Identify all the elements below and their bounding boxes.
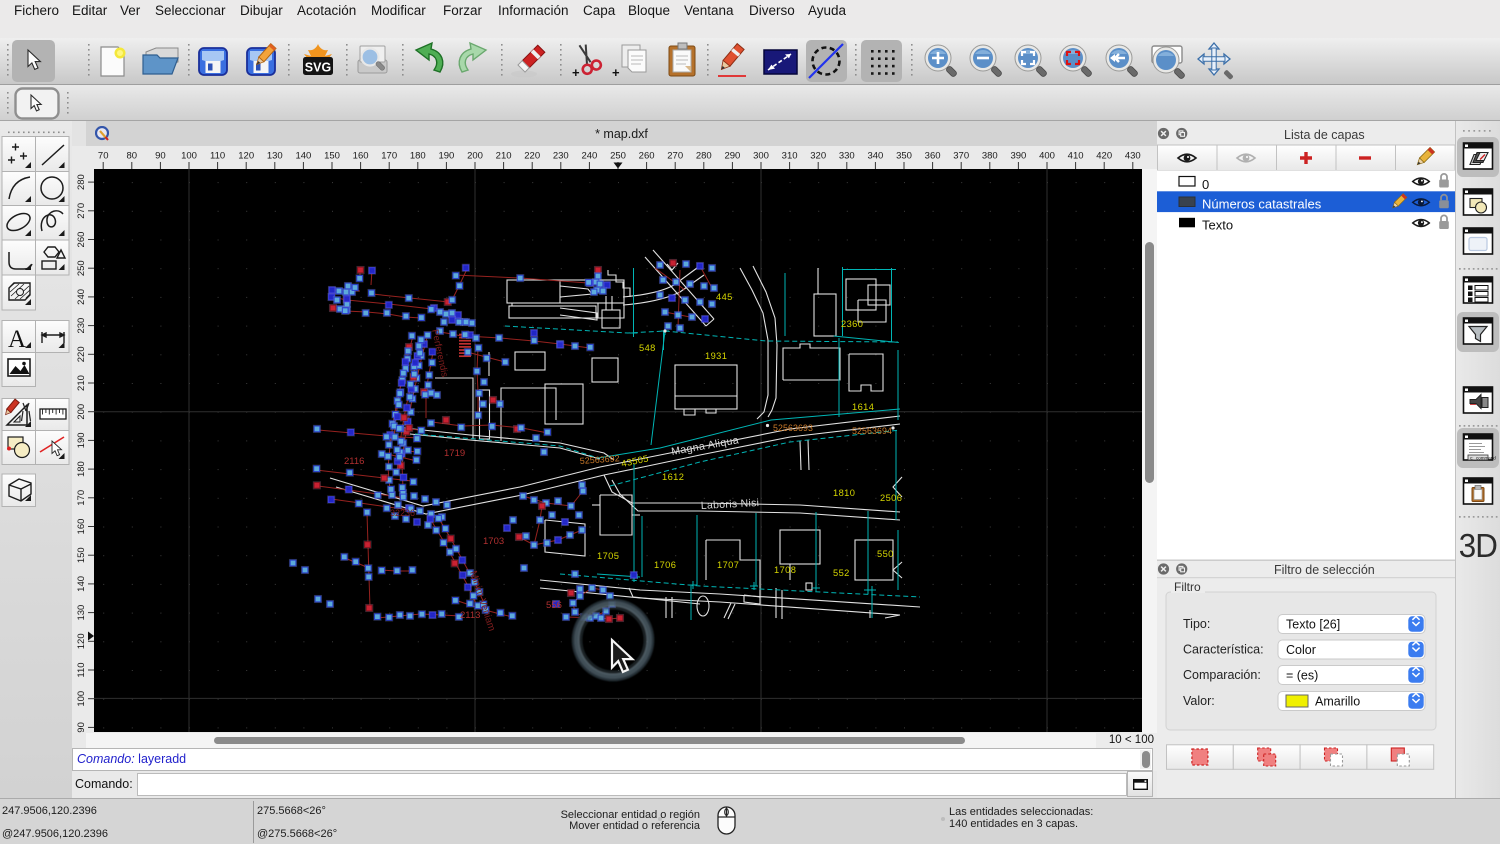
svg-text:370: 370 <box>953 151 969 162</box>
svg-text:130: 130 <box>76 605 87 621</box>
svg-text:360: 360 <box>925 151 941 162</box>
svg-text:445: 445 <box>716 292 733 302</box>
svg-text:120: 120 <box>238 151 254 162</box>
svg-text:240: 240 <box>76 289 87 305</box>
svg-text:0: 0 <box>1202 177 1209 192</box>
svg-text:170: 170 <box>381 151 397 162</box>
svg-text:210: 210 <box>76 375 87 391</box>
svg-text:1707: 1707 <box>717 560 739 570</box>
svg-text:Amarillo: Amarillo <box>1315 694 1360 708</box>
svg-text:Valor:: Valor: <box>1183 694 1215 708</box>
svg-text:130: 130 <box>267 151 283 162</box>
svg-text:190: 190 <box>76 432 87 448</box>
svg-text:220: 220 <box>524 151 540 162</box>
svg-text:1703: 1703 <box>483 536 504 547</box>
svg-text:+: + <box>612 65 620 80</box>
svg-text:100: 100 <box>181 151 197 162</box>
svg-text:90: 90 <box>155 151 166 162</box>
svg-text:190: 190 <box>438 151 454 162</box>
svg-text:230: 230 <box>76 318 87 334</box>
svg-text:410: 410 <box>1068 151 1084 162</box>
svg-text:A: A <box>8 326 26 353</box>
svg-text:140: 140 <box>76 576 87 592</box>
svg-text:290: 290 <box>724 151 740 162</box>
svg-text:Filtro: Filtro <box>1174 580 1201 594</box>
svg-text:280: 280 <box>76 174 87 190</box>
svg-text:240: 240 <box>581 151 597 162</box>
svg-text:210: 210 <box>496 151 512 162</box>
svg-text:2116: 2116 <box>344 456 364 467</box>
svg-text:32236: 32236 <box>390 508 415 518</box>
svg-text:552: 552 <box>833 568 850 578</box>
svg-text:1708: 1708 <box>774 565 796 575</box>
svg-text:1719: 1719 <box>444 448 465 459</box>
svg-text:110: 110 <box>210 151 225 162</box>
svg-text:c:_command: c:_command <box>1470 455 1496 460</box>
svg-text:1931: 1931 <box>705 351 727 361</box>
svg-text:160: 160 <box>353 151 369 162</box>
svg-text:280: 280 <box>696 151 712 162</box>
svg-text:150: 150 <box>324 151 340 162</box>
svg-text:550: 550 <box>877 549 894 559</box>
svg-text:548: 548 <box>639 343 656 353</box>
svg-text:Filtro de selección: Filtro de selección <box>1274 563 1375 577</box>
svg-text:1614: 1614 <box>852 402 874 412</box>
svg-text:1810: 1810 <box>833 488 855 498</box>
svg-text:320: 320 <box>810 151 826 162</box>
svg-text:SVG: SVG <box>305 61 331 75</box>
svg-text:Característica:: Característica: <box>1183 643 1264 657</box>
svg-text:250: 250 <box>76 260 87 276</box>
svg-text:Texto [26]: Texto [26] <box>1286 617 1340 631</box>
svg-text:200: 200 <box>76 404 87 420</box>
svg-text:250: 250 <box>610 151 626 162</box>
svg-text:180: 180 <box>76 461 87 477</box>
svg-text:110: 110 <box>76 662 87 677</box>
svg-text:390: 390 <box>1010 151 1026 162</box>
svg-text:150: 150 <box>76 547 87 563</box>
svg-text:52563694: 52563694 <box>852 426 892 436</box>
svg-text:Comparación:: Comparación: <box>1183 668 1261 682</box>
svg-text:330: 330 <box>839 151 855 162</box>
svg-text:400: 400 <box>1039 151 1055 162</box>
svg-text:2360: 2360 <box>841 319 863 329</box>
svg-text:310: 310 <box>782 151 798 162</box>
svg-text:Lista de capas: Lista de capas <box>1284 128 1365 142</box>
svg-text:350: 350 <box>896 151 912 162</box>
svg-text:220: 220 <box>76 346 87 362</box>
svg-text:= (es): = (es) <box>1286 668 1318 682</box>
svg-text:270: 270 <box>667 151 683 162</box>
svg-text:260: 260 <box>639 151 655 162</box>
svg-text:80: 80 <box>127 151 138 162</box>
svg-text:200: 200 <box>467 151 483 162</box>
svg-text:120: 120 <box>76 633 87 649</box>
svg-text:3D: 3D <box>1459 527 1497 564</box>
svg-text:+: + <box>572 65 580 80</box>
svg-text:52563693: 52563693 <box>773 423 813 433</box>
svg-text:2113: 2113 <box>460 610 480 621</box>
svg-text:556: 556 <box>546 600 562 611</box>
svg-text:380: 380 <box>982 151 998 162</box>
svg-text:230: 230 <box>553 151 569 162</box>
svg-text:100: 100 <box>76 691 87 707</box>
svg-text:Color: Color <box>1286 643 1316 657</box>
svg-text:160: 160 <box>76 519 87 535</box>
svg-text:70: 70 <box>98 151 109 162</box>
svg-text:420: 420 <box>1096 151 1112 162</box>
svg-text:140: 140 <box>295 151 311 162</box>
svg-text:Texto: Texto <box>1202 217 1233 232</box>
svg-text:1705: 1705 <box>597 551 619 561</box>
svg-text:2506: 2506 <box>880 493 902 503</box>
svg-text:170: 170 <box>76 490 87 506</box>
svg-text:1612: 1612 <box>662 472 684 482</box>
svg-text:270: 270 <box>76 203 87 219</box>
svg-text:260: 260 <box>76 232 87 248</box>
svg-text:90: 90 <box>76 722 87 733</box>
svg-text:1706: 1706 <box>654 560 676 570</box>
svg-text:430: 430 <box>1125 151 1141 162</box>
svg-text:Números catastrales: Números catastrales <box>1202 197 1322 212</box>
svg-text:180: 180 <box>410 151 426 162</box>
svg-text:Tipo:: Tipo: <box>1183 617 1210 631</box>
svg-text:300: 300 <box>753 151 769 162</box>
svg-text:340: 340 <box>867 151 883 162</box>
